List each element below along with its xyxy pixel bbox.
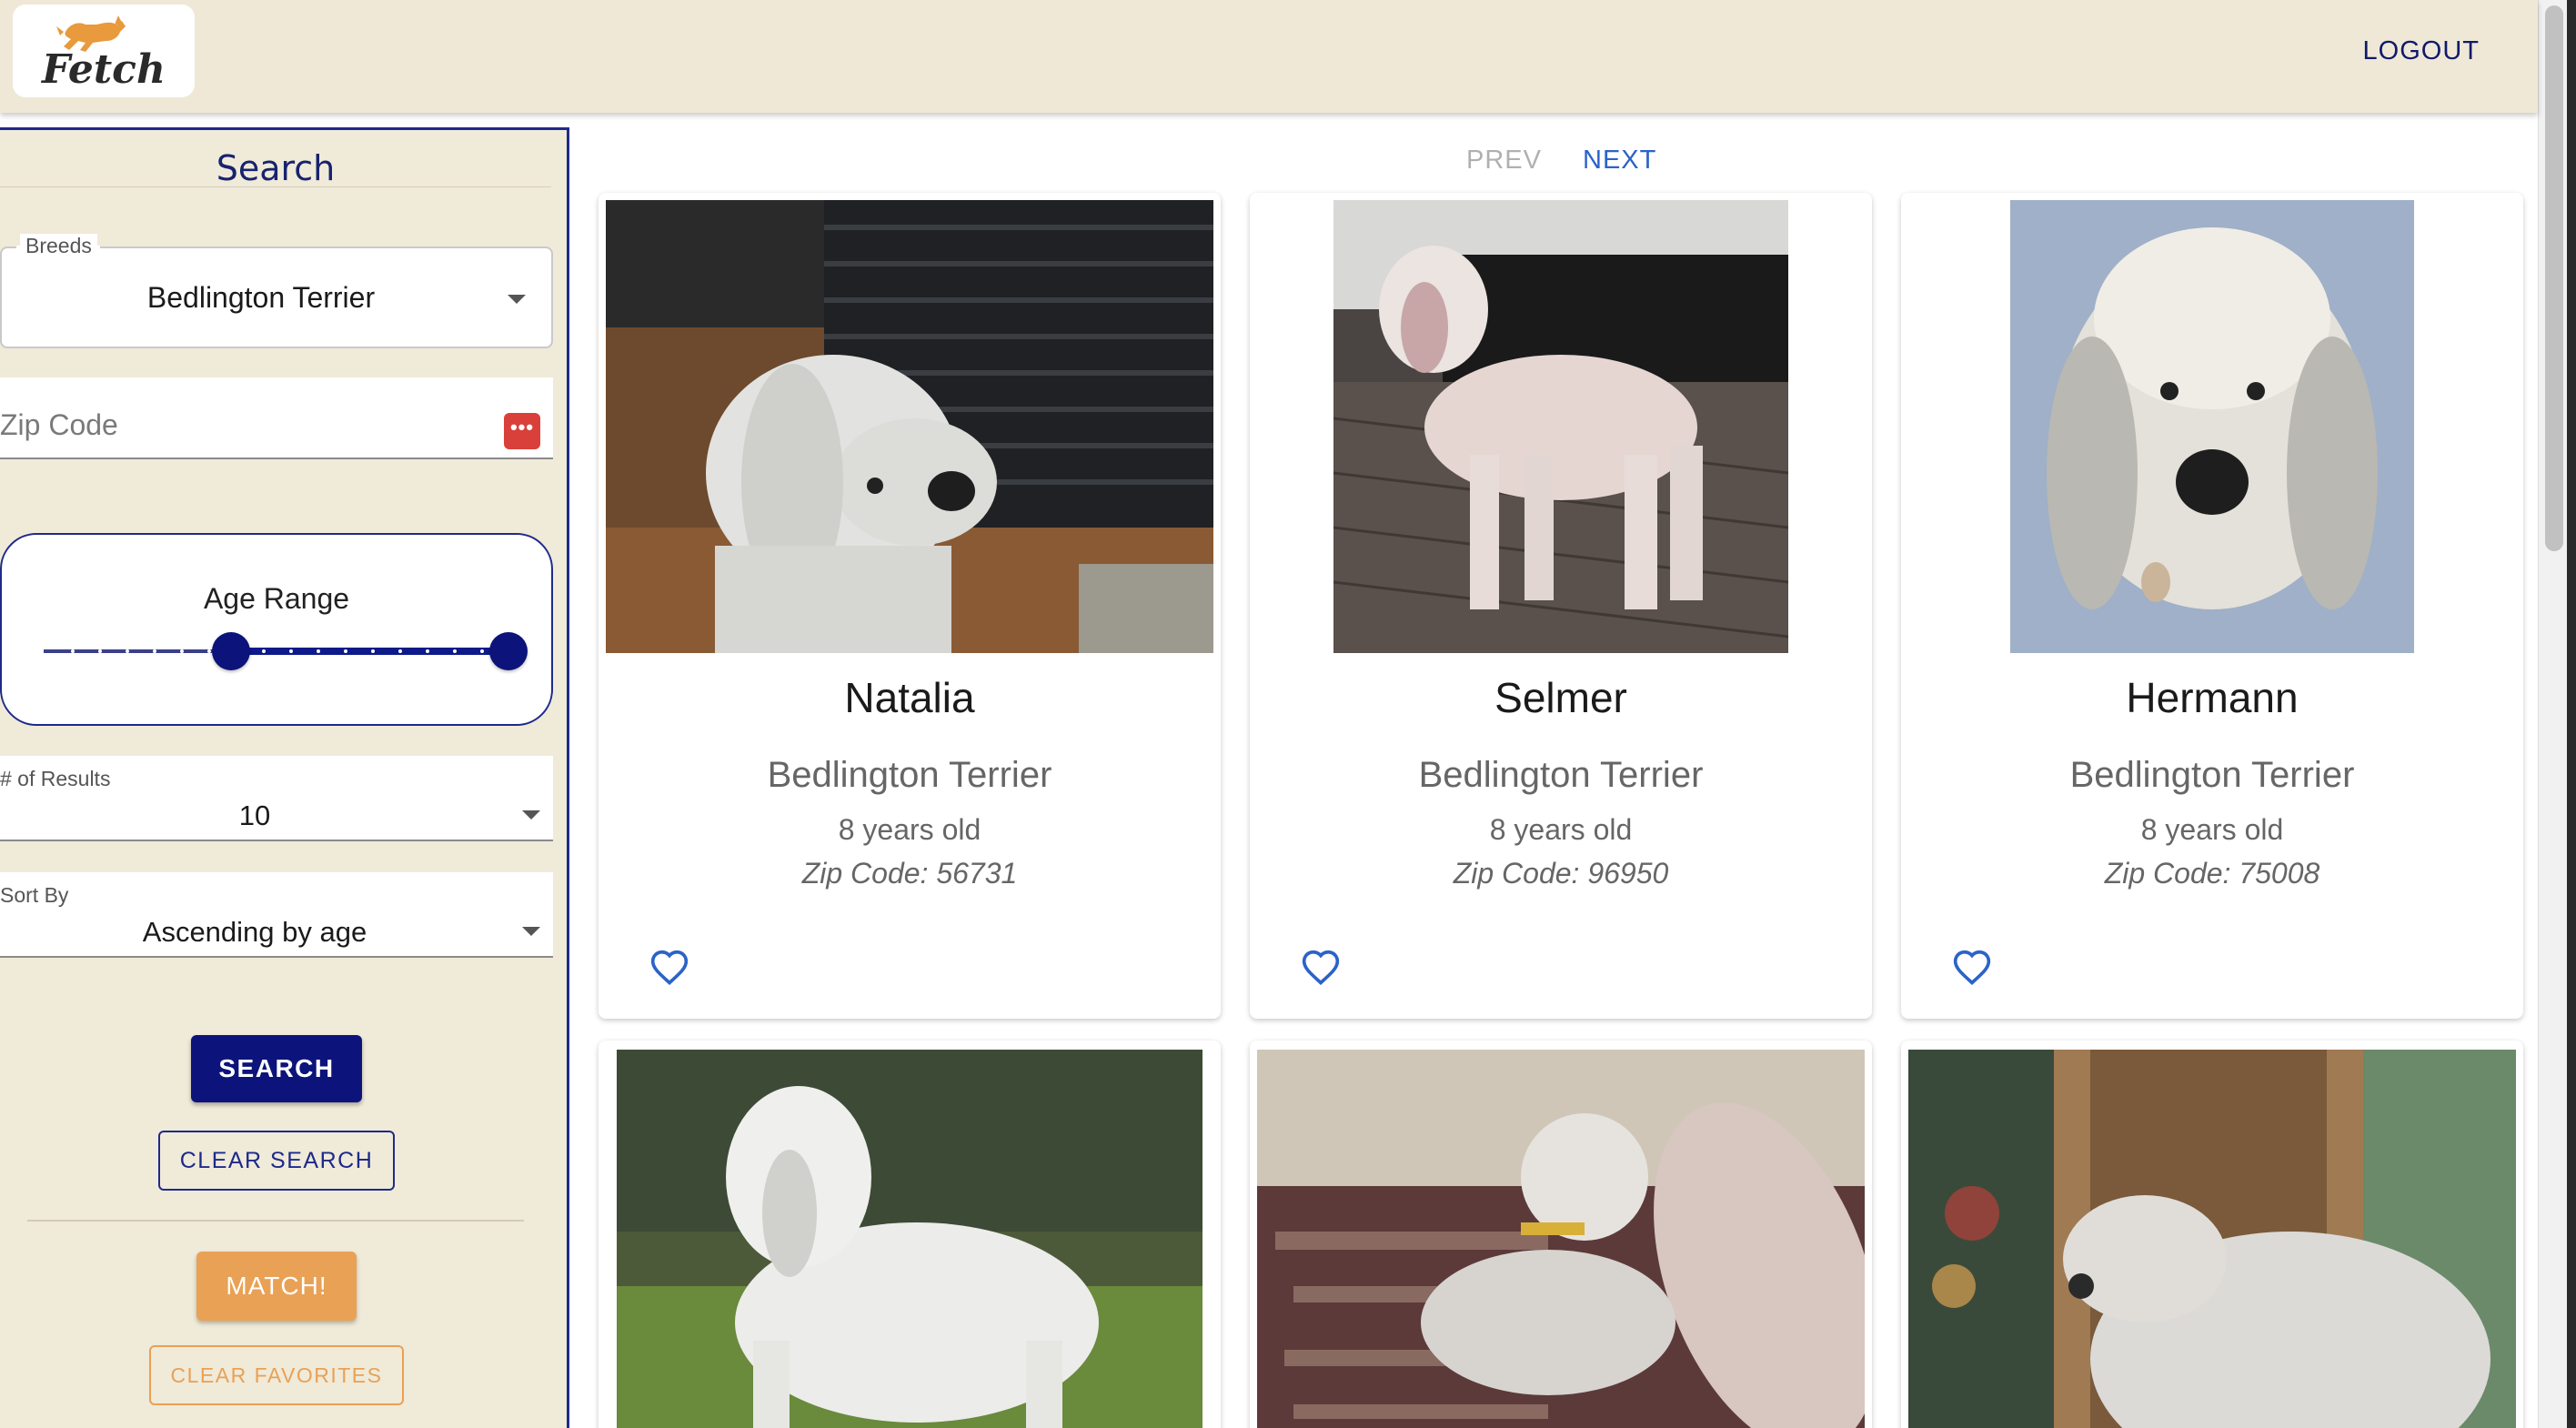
dog-photo xyxy=(1333,200,1788,653)
dog-card: Natalia Bedlington Terrier 8 years old Z… xyxy=(599,193,1221,1019)
scrollbar-thumb[interactable] xyxy=(2545,5,2563,551)
dog-age: 8 years old xyxy=(838,813,981,846)
dog-card: Hermann Bedlington Terrier 8 years old Z… xyxy=(1901,193,2523,1019)
heart-outline-icon[interactable] xyxy=(1952,948,1992,988)
clear-favorites-button[interactable]: CLEAR FAVORITES xyxy=(149,1345,404,1405)
match-button[interactable]: MATCH! xyxy=(196,1252,357,1321)
age-slider-min-thumb[interactable] xyxy=(212,632,250,670)
age-range-panel: Age Range xyxy=(0,533,553,726)
heart-outline-icon[interactable] xyxy=(649,948,689,988)
sort-by-label: Sort By xyxy=(0,883,69,907)
caret-down-icon xyxy=(508,295,526,304)
dog-breed: Bedlington Terrier xyxy=(767,755,1052,795)
breeds-value: Bedlington Terrier xyxy=(146,281,376,314)
age-slider-max-thumb[interactable] xyxy=(489,632,528,670)
results-count-label: # of Results xyxy=(0,767,111,790)
logo[interactable]: Fetch xyxy=(13,5,195,97)
breeds-label: Breeds xyxy=(20,234,97,258)
dog-name: Hermann xyxy=(2126,674,2299,721)
dog-photo xyxy=(1908,1050,2516,1428)
sort-by-value: Ascending by age xyxy=(142,916,367,948)
logo-wordmark: Fetch xyxy=(40,46,166,93)
sidebar-divider xyxy=(27,1220,524,1222)
sidebar-title-divider xyxy=(0,186,551,187)
dog-card xyxy=(1901,1041,2523,1428)
dog-card: Selmer Bedlington Terrier 8 years old Zi… xyxy=(1250,193,1872,1019)
clear-search-button[interactable]: CLEAR SEARCH xyxy=(158,1131,395,1191)
results-count-select[interactable]: # of Results 10 xyxy=(0,756,553,841)
prev-page-button[interactable]: PREV xyxy=(1466,146,1542,176)
heart-outline-icon[interactable] xyxy=(1301,948,1341,988)
zip-code-field[interactable]: ••• xyxy=(0,377,553,459)
sort-by-select[interactable]: Sort By Ascending by age xyxy=(0,872,553,958)
dog-card xyxy=(1250,1041,1872,1428)
dog-photo xyxy=(617,1050,1202,1428)
dog-age: 8 years old xyxy=(1489,813,1633,846)
dog-logo-icon: Fetch xyxy=(40,15,166,93)
logout-button[interactable]: LOGOUT xyxy=(2363,36,2480,66)
dog-name: Selmer xyxy=(1494,674,1627,721)
dog-age: 8 years old xyxy=(2140,813,2284,846)
age-slider-track[interactable] xyxy=(229,648,509,655)
dog-photo xyxy=(2010,200,2414,653)
dog-zip: Zip Code: 56731 xyxy=(801,857,1018,890)
search-button[interactable]: SEARCH xyxy=(191,1035,362,1102)
breeds-select[interactable]: Breeds Bedlington Terrier xyxy=(0,234,553,348)
dog-breed: Bedlington Terrier xyxy=(1418,755,1704,795)
dog-name: Natalia xyxy=(844,674,975,721)
results-count-value: 10 xyxy=(238,799,271,831)
dog-card xyxy=(599,1041,1221,1428)
dog-photo xyxy=(1257,1050,1865,1428)
caret-down-icon xyxy=(522,810,540,820)
dog-photo xyxy=(606,200,1213,653)
top-app-bar: Fetch LOGOUT xyxy=(0,0,2538,113)
caret-down-icon xyxy=(522,927,540,936)
app-root: Fetch LOGOUT Search Breeds Bedlington Te… xyxy=(0,0,2576,1428)
age-range-label: Age Range xyxy=(203,582,350,615)
zip-code-input[interactable] xyxy=(0,405,473,445)
dog-zip: Zip Code: 75008 xyxy=(2104,857,2320,890)
password-dots-icon[interactable]: ••• xyxy=(504,413,540,449)
window-edge xyxy=(2567,0,2576,1428)
dog-breed: Bedlington Terrier xyxy=(2069,755,2355,795)
sidebar-title: Search xyxy=(216,148,336,188)
dog-zip: Zip Code: 96950 xyxy=(1453,857,1669,890)
search-sidebar: Search Breeds Bedlington Terrier ••• Age… xyxy=(0,127,569,1428)
next-page-button[interactable]: NEXT xyxy=(1583,146,1656,176)
